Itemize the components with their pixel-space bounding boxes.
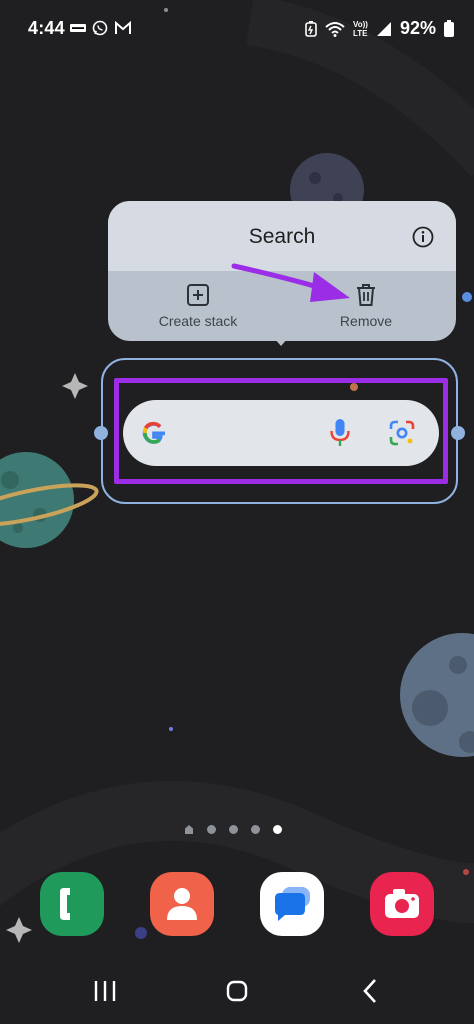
page-dot[interactable] — [251, 824, 260, 834]
wallpaper-decorations — [0, 0, 474, 943]
home-button[interactable] — [217, 975, 257, 1007]
battery-icon — [444, 20, 454, 37]
contact-icon — [167, 888, 197, 920]
google-g-logo — [142, 421, 165, 444]
battery-percent: 92% — [399, 18, 436, 38]
messages-icon — [275, 887, 310, 921]
volte-icon: Vo)) LTE — [353, 20, 368, 38]
page-dot-active[interactable] — [273, 824, 282, 834]
page-indicator — [184, 824, 282, 834]
popup-title: Search — [248, 225, 316, 248]
resize-handle-left[interactable] — [94, 426, 108, 440]
resize-handle-right[interactable] — [451, 426, 465, 440]
camera-app[interactable] — [370, 872, 434, 936]
plus-square-icon — [187, 284, 209, 306]
battery-saver-icon — [305, 20, 317, 37]
notification-icons: ▬▬ — [70, 20, 132, 36]
phone-app[interactable] — [40, 872, 104, 936]
google-lens-icon[interactable] — [389, 420, 415, 446]
phone-icon — [60, 888, 70, 920]
trash-icon — [357, 284, 375, 306]
google-search-widget[interactable] — [123, 400, 439, 466]
gmail-icon — [115, 21, 131, 34]
remove-label: Remove — [339, 313, 393, 329]
signal-icon — [376, 21, 391, 36]
create-stack-label: Create stack — [158, 313, 238, 329]
back-button[interactable] — [350, 975, 390, 1007]
info-icon[interactable] — [412, 226, 434, 248]
status-right: Vo)) LTE 92% — [305, 18, 454, 39]
popup-pointer — [274, 338, 288, 346]
page-dot[interactable] — [229, 824, 238, 834]
contacts-app[interactable] — [150, 872, 214, 936]
camera-icon — [385, 889, 419, 918]
messages-app[interactable] — [260, 872, 324, 936]
news-badge-icon: ▬▬ — [70, 24, 86, 32]
microphone-icon[interactable] — [329, 418, 351, 448]
home-page-icon[interactable] — [184, 824, 194, 834]
whatsapp-icon — [92, 20, 108, 36]
volte-label-bottom: LTE — [353, 28, 368, 38]
recents-button[interactable] — [85, 975, 125, 1007]
annotation-arrow — [231, 263, 350, 302]
status-bar: 4:44 ▬▬ Vo)) LTE 92% — [0, 0, 474, 58]
volte-label-top: Vo)) — [353, 19, 368, 29]
status-time: 4:44 — [28, 18, 65, 38]
home-screen: 4:44 ▬▬ Vo)) LTE 92% Search Create stack… — [0, 0, 474, 1024]
page-dot[interactable] — [207, 824, 216, 834]
wifi-icon — [325, 21, 345, 37]
